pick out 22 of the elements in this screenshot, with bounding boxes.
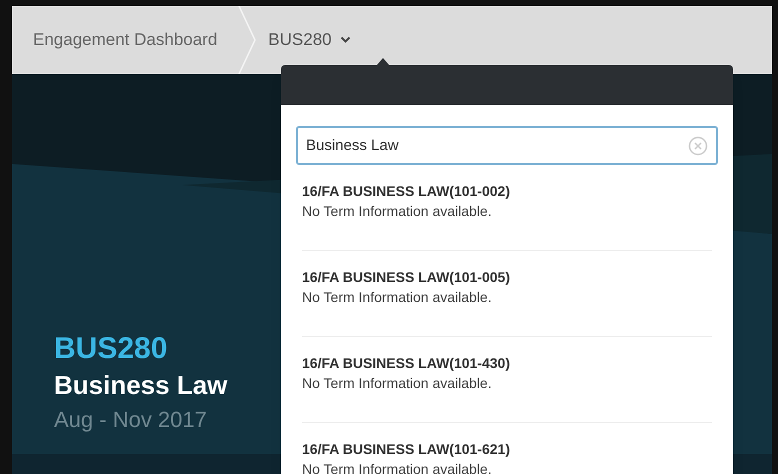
course-dropdown[interactable]: BUS280: [268, 27, 351, 53]
result-title: 16/FA BUSINESS LAW(101-002): [302, 182, 511, 201]
result-item[interactable]: 16/FA BUSINESS LAW(101-002) No Term Information available.: [302, 165, 712, 251]
result-subtitle: No Term Information available.: [302, 374, 493, 393]
result-subtitle: No Term Information available.: [302, 460, 493, 474]
chevron-separator-icon: [238, 6, 256, 74]
chevron-down-icon: [340, 36, 351, 44]
course-title: Business Law: [54, 369, 228, 402]
search-field[interactable]: Business Law: [296, 126, 718, 165]
result-subtitle: No Term Information available.: [302, 288, 493, 307]
result-title: 16/FA BUSINESS LAW(101-621): [302, 440, 511, 459]
result-item[interactable]: 16/FA BUSINESS LAW(101-621) No Term Information available.: [302, 423, 712, 474]
course-dates: Aug - Nov 2017: [54, 406, 207, 434]
result-title: 16/FA BUSINESS LAW(101-005): [302, 268, 511, 287]
result-item[interactable]: 16/FA BUSINESS LAW(101-430) No Term Information available.: [302, 337, 712, 423]
result-item[interactable]: 16/FA BUSINESS LAW(101-005) No Term Information available.: [302, 251, 712, 337]
clear-icon[interactable]: [688, 136, 708, 156]
result-title: 16/FA BUSINESS LAW(101-430): [302, 354, 511, 373]
result-subtitle: No Term Information available.: [302, 202, 493, 221]
course-code: BUS280: [54, 331, 168, 367]
caret-pointer-icon: [376, 58, 390, 66]
breadcrumb-link[interactable]: Engagement Dashboard: [12, 27, 238, 53]
